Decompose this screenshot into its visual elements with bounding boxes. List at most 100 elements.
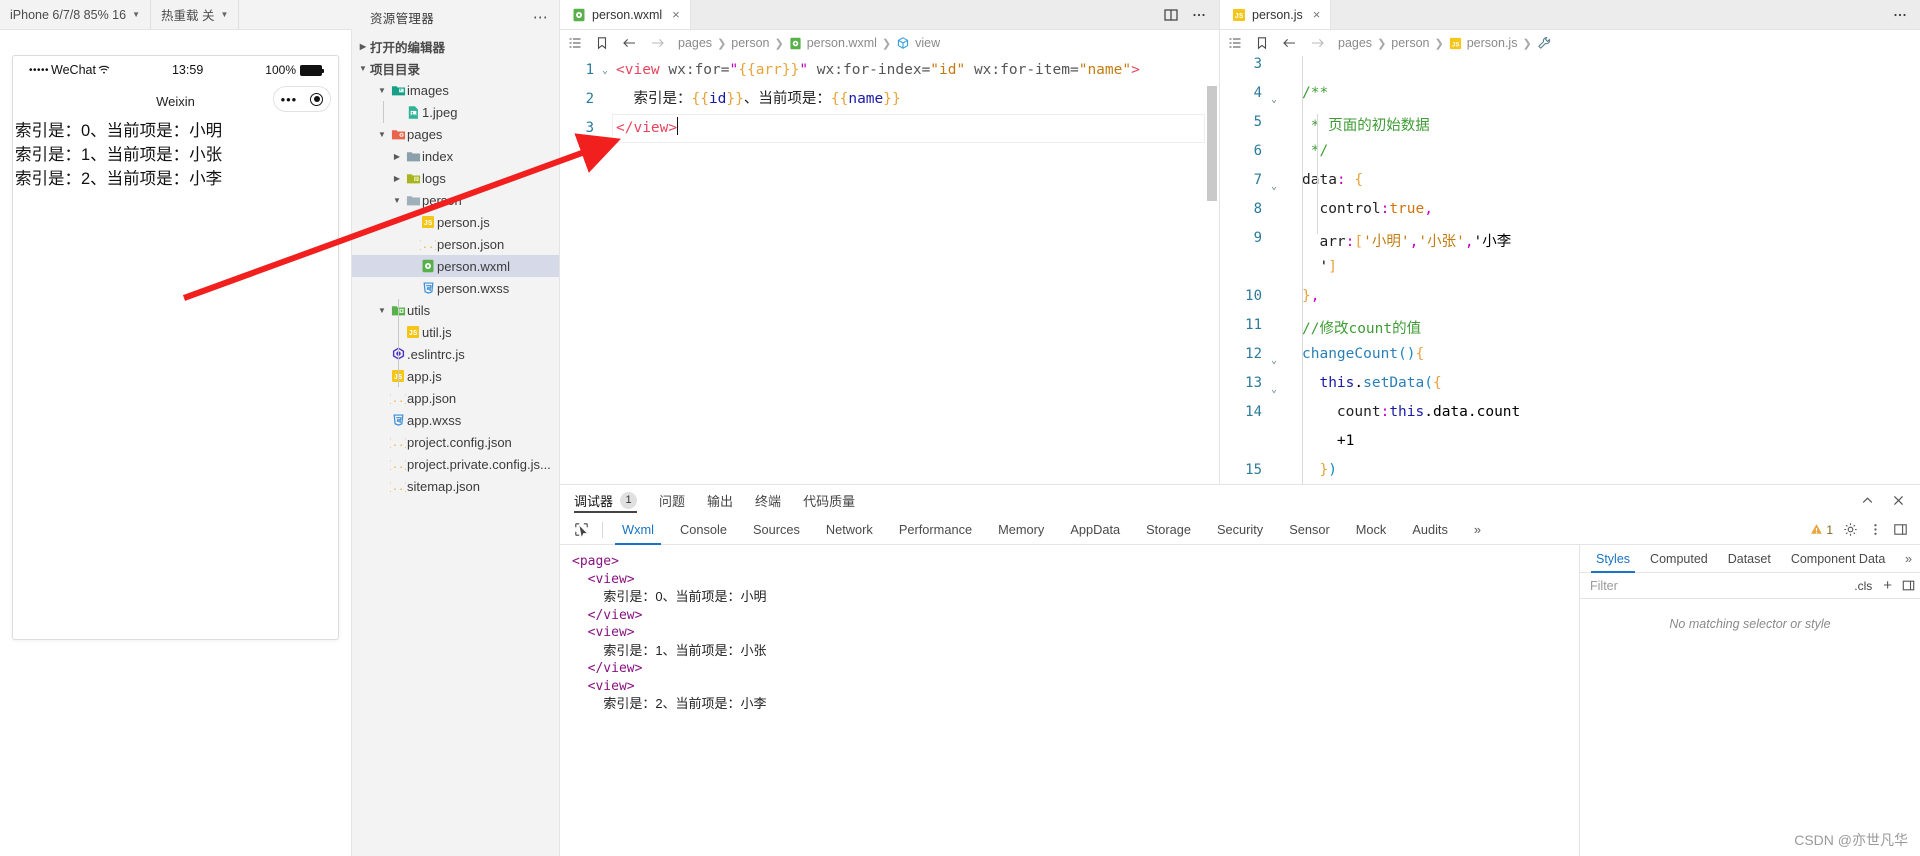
editor-wxml-scrollbar[interactable] — [1207, 86, 1217, 336]
tab-person-wxml[interactable]: person.wxml × — [560, 0, 691, 29]
panel-tab-terminal[interactable]: 终端 — [755, 485, 781, 515]
styles-tabs-overflow-icon[interactable]: » — [1905, 552, 1920, 566]
fold-chevron-icon[interactable]: ⌄ — [598, 56, 612, 85]
tree-item--eslintrc-js[interactable]: .eslintrc.js — [352, 343, 559, 365]
tree-item-person-wxss[interactable]: person.wxss — [352, 277, 559, 299]
tab-styles[interactable]: Styles — [1586, 545, 1640, 573]
capsule-menu-icon[interactable]: ••• — [281, 93, 298, 106]
tab-console[interactable]: Console — [667, 515, 740, 545]
chevron-down-icon[interactable]: ▼ — [375, 306, 389, 315]
layout-toggle-icon[interactable] — [1897, 579, 1920, 592]
add-style-rule-button[interactable]: + — [1878, 577, 1897, 594]
bookmark-icon[interactable] — [595, 36, 609, 50]
bookmark-icon[interactable] — [1255, 36, 1269, 50]
panel-tab-code-quality[interactable]: 代码质量 — [803, 485, 855, 515]
breadcrumb-item[interactable]: pages — [678, 36, 712, 50]
panel-tab-debugger[interactable]: 调试器 1 — [574, 485, 638, 515]
forward-arrow-icon[interactable] — [650, 36, 665, 50]
fold-chevron-icon[interactable]: ⌄ — [1266, 172, 1282, 201]
wechat-capsule-buttons[interactable]: ••• — [273, 86, 331, 112]
tree-item-logs[interactable]: ▶ logs — [352, 167, 559, 189]
hot-reload-selector[interactable]: 热重载 关 ▼ — [151, 0, 240, 30]
split-editor-icon[interactable] — [1163, 7, 1179, 23]
warning-icon[interactable]: 1 — [1810, 523, 1833, 537]
tab-sensor[interactable]: Sensor — [1276, 515, 1343, 545]
wxml-text-node[interactable]: 索引是：2、当前项是：小李 — [572, 695, 1579, 714]
breadcrumb-item[interactable]: person.js — [1467, 36, 1518, 50]
more-icon[interactable] — [1892, 7, 1908, 23]
wxml-element-node[interactable]: <view> — [572, 624, 1579, 642]
breadcrumb-item[interactable]: person.wxml — [807, 36, 877, 50]
outline-icon[interactable] — [568, 36, 582, 50]
explorer-section-open-editors[interactable]: ▶ 打开的编辑器 — [352, 35, 559, 57]
wxml-element-node[interactable]: <view> — [572, 571, 1579, 589]
tab-sources[interactable]: Sources — [740, 515, 813, 545]
wxml-element-node[interactable]: <page> — [572, 553, 1579, 571]
chevron-right-icon[interactable]: ▶ — [390, 152, 404, 161]
tree-item-person[interactable]: ▼ person — [352, 189, 559, 211]
more-icon[interactable] — [1191, 7, 1207, 23]
panel-tab-problems[interactable]: 问题 — [659, 485, 685, 515]
styles-filter-input[interactable] — [1588, 577, 1849, 594]
panel-tab-output[interactable]: 输出 — [707, 485, 733, 515]
tree-item-app-wxss[interactable]: app.wxss — [352, 409, 559, 431]
tab-computed[interactable]: Computed — [1640, 545, 1718, 573]
inspect-element-icon[interactable] — [566, 515, 596, 545]
fold-chevron-icon[interactable]: ⌄ — [1266, 85, 1282, 114]
close-icon[interactable]: × — [1313, 7, 1321, 22]
more-icon[interactable]: ⋯ — [528, 10, 553, 25]
dock-icon[interactable] — [1893, 522, 1908, 537]
tab-wxml[interactable]: Wxml — [609, 515, 667, 545]
tab-performance[interactable]: Performance — [886, 515, 985, 545]
tab-dataset[interactable]: Dataset — [1718, 545, 1781, 573]
wxml-element-node[interactable]: </view> — [572, 607, 1579, 625]
breadcrumb-item[interactable]: person — [1391, 36, 1429, 50]
tree-item-util-js[interactable]: JS util.js — [352, 321, 559, 343]
scrollbar-thumb[interactable] — [1207, 86, 1217, 201]
tab-audits[interactable]: Audits — [1399, 515, 1461, 545]
tab-component-data[interactable]: Component Data — [1781, 545, 1896, 573]
chevron-down-icon[interactable]: ▼ — [375, 130, 389, 139]
tab-network[interactable]: Network — [813, 515, 886, 545]
wxml-element-node[interactable]: </view> — [572, 660, 1579, 678]
tab-memory[interactable]: Memory — [985, 515, 1057, 545]
tree-item-project-private-config-js-[interactable]: {..}project.private.config.js... — [352, 453, 559, 475]
tab-mock[interactable]: Mock — [1343, 515, 1400, 545]
tree-item-project-config-json[interactable]: {..}project.config.json — [352, 431, 559, 453]
chevron-down-icon[interactable]: ▼ — [390, 196, 404, 205]
tree-item-pages[interactable]: ▼ pages — [352, 123, 559, 145]
chevron-up-icon[interactable] — [1860, 493, 1875, 508]
fold-chevron-icon[interactable]: ⌄ — [1266, 375, 1282, 404]
back-arrow-icon[interactable] — [1282, 36, 1297, 50]
settings-gear-icon[interactable] — [1843, 522, 1858, 537]
tree-item-app-js[interactable]: JSapp.js — [352, 365, 559, 387]
device-selector[interactable]: iPhone 6/7/8 85% 16 ▼ — [0, 0, 151, 30]
tree-item-index[interactable]: ▶ index — [352, 145, 559, 167]
breadcrumb-item[interactable]: person — [731, 36, 769, 50]
wxml-text-node[interactable]: 索引是：0、当前项是：小明 — [572, 588, 1579, 607]
tabs-overflow-icon[interactable]: » — [1461, 515, 1494, 545]
more-vertical-icon[interactable] — [1868, 522, 1883, 537]
tree-item-person-json[interactable]: {..}person.json — [352, 233, 559, 255]
editor-js-code[interactable]: 3 4 ⌄/** 5 * 页面的初始数据 6 */7 ⌄ data: {8 control:… — [1220, 56, 1920, 496]
wxml-tree[interactable]: <page> <view> 索引是：0、当前项是：小明 </view> <vie… — [560, 545, 1580, 856]
tree-item-person-wxml[interactable]: person.wxml — [352, 255, 559, 277]
wxml-text-node[interactable]: 索引是：1、当前项是：小张 — [572, 642, 1579, 661]
forward-arrow-icon[interactable] — [1310, 36, 1325, 50]
tab-storage[interactable]: Storage — [1133, 515, 1204, 545]
tab-appdata[interactable]: AppData — [1057, 515, 1133, 545]
cls-toggle-button[interactable]: .cls — [1848, 579, 1878, 593]
outline-icon[interactable] — [1228, 36, 1242, 50]
close-icon[interactable]: × — [672, 7, 680, 22]
explorer-section-project[interactable]: ▼ 项目目录 — [352, 57, 559, 79]
close-icon[interactable] — [1891, 493, 1906, 508]
tree-item-images[interactable]: ▼ images — [352, 79, 559, 101]
tree-item-utils[interactable]: ▼ utils — [352, 299, 559, 321]
capsule-close-icon[interactable] — [310, 92, 324, 106]
back-arrow-icon[interactable] — [622, 36, 637, 50]
tab-security[interactable]: Security — [1204, 515, 1276, 545]
chevron-down-icon[interactable]: ▼ — [375, 86, 389, 95]
fold-chevron-icon[interactable]: ⌄ — [1266, 346, 1282, 375]
tab-person-js[interactable]: JS person.js × — [1220, 0, 1332, 29]
editor-wxml-code[interactable]: 1 ⌄ <view wx:for="{{arr}}" wx:for-index=… — [560, 56, 1219, 143]
